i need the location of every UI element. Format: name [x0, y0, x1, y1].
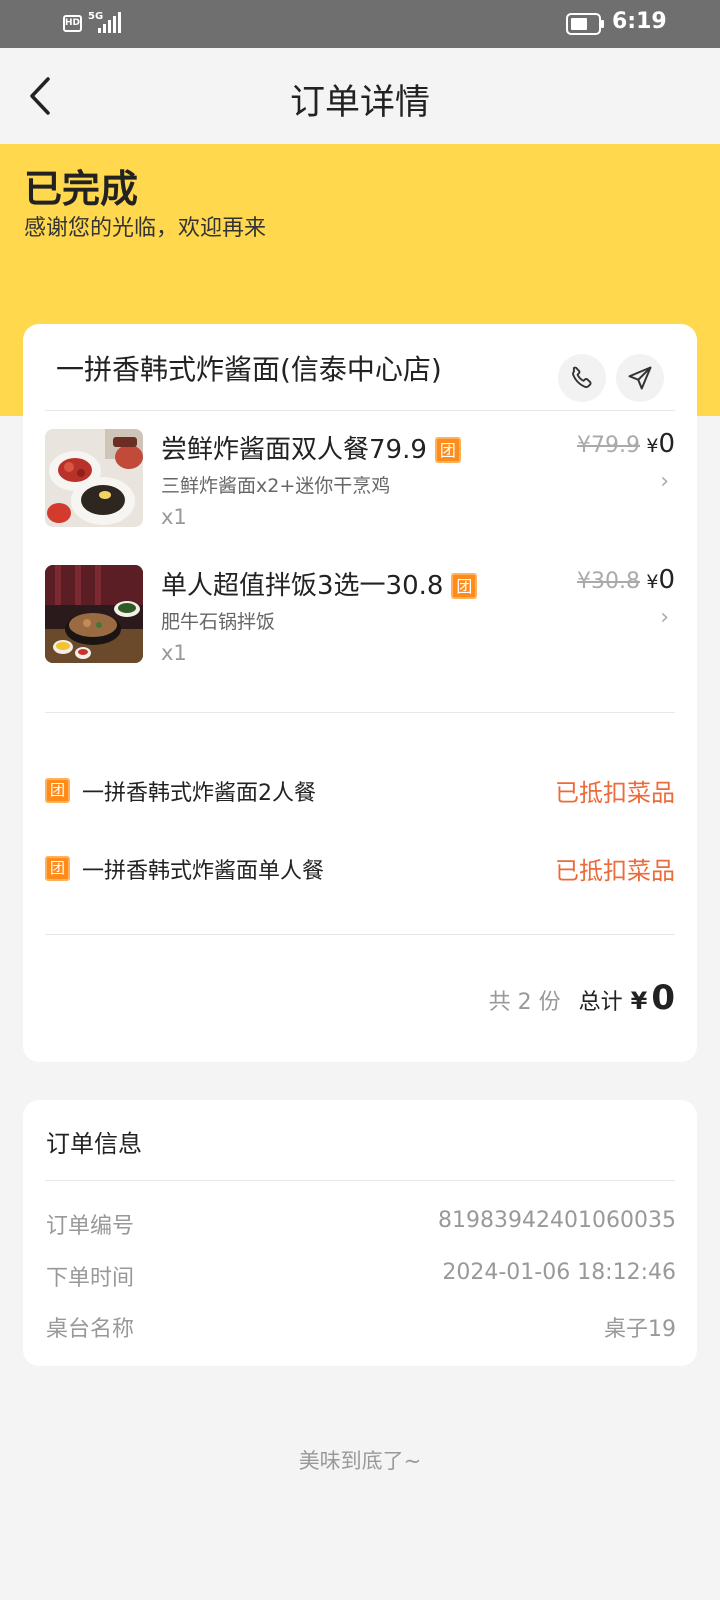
voucher-label: 一拼香韩式炸酱面单人餐	[82, 859, 325, 884]
order-item[interactable]: 尝鲜炸酱面双人餐79.9 团 ¥79.9 ¥0 三鲜炸酱面x2+迷你干烹鸡 › x…	[45, 429, 675, 529]
item-price: ¥0	[646, 565, 675, 595]
hd-icon: HD	[63, 15, 82, 32]
table-name: 桌子19	[604, 1317, 676, 1342]
order-number[interactable]: 81983942401060035	[438, 1208, 676, 1233]
item-count: 共 2 份	[488, 990, 561, 1015]
divider	[45, 934, 675, 935]
group-buy-badge: 团	[434, 437, 461, 463]
total-amount: 0	[651, 978, 675, 1018]
item-name: 单人超值拌饭3选一30.8 团	[161, 565, 478, 602]
info-label: 订单编号	[46, 1214, 135, 1239]
nav-bar: 订单详情	[0, 48, 720, 144]
divider	[45, 1180, 675, 1181]
call-store-button[interactable]	[558, 354, 606, 402]
item-name: 尝鲜炸酱面双人餐79.9 团	[161, 429, 461, 466]
item-quantity: x1	[161, 505, 187, 529]
chevron-right-icon[interactable]: ›	[660, 469, 669, 494]
group-buy-badge: 团	[451, 573, 478, 599]
order-info-card: 订单信息 订单编号 81983942401060035 下单时间 2024-01…	[23, 1100, 697, 1366]
info-label: 桌台名称	[46, 1317, 135, 1342]
currency-symbol: ¥	[630, 987, 648, 1015]
group-buy-icon: 团	[45, 778, 70, 803]
original-price: ¥30.8	[577, 569, 640, 594]
store-name[interactable]: 一拼香韩式炸酱面(信泰中心店)	[56, 348, 442, 388]
dish-photo	[45, 429, 143, 527]
info-label: 下单时间	[46, 1266, 135, 1291]
currency-symbol: ¥	[646, 435, 659, 457]
battery-icon	[566, 13, 604, 35]
order-status-subtitle: 感谢您的光临，欢迎再来	[24, 216, 267, 241]
phone-icon	[572, 366, 592, 389]
divider	[45, 712, 675, 713]
order-card: 一拼香韩式炸酱面(信泰中心店) 尝鲜炸酱面双人餐79.9 团 ¥79.9 ¥0 …	[23, 324, 697, 1062]
item-price: ¥0	[646, 429, 675, 459]
order-number-row: 订单编号 81983942401060035	[46, 1208, 676, 1240]
currency-symbol: ¥	[646, 571, 659, 593]
order-item[interactable]: 单人超值拌饭3选一30.8 团 ¥30.8 ¥0 肥牛石锅拌饭 › x1	[45, 565, 675, 665]
original-price: ¥79.9	[577, 433, 640, 458]
status-bar: HD 5G 6:19	[0, 0, 720, 48]
item-price-value: 0	[658, 565, 675, 595]
item-price-value: 0	[658, 429, 675, 459]
navigation-icon	[628, 366, 652, 390]
voucher-status: 已抵扣菜品	[555, 779, 675, 807]
item-description: 三鲜炸酱面x2+迷你干烹鸡	[161, 475, 391, 497]
page-title: 订单详情	[289, 83, 430, 123]
order-total: 共 2 份总计 ¥0	[489, 978, 675, 1018]
order-info-title: 订单信息	[46, 1130, 142, 1158]
group-buy-icon: 团	[45, 856, 70, 881]
divider	[45, 410, 675, 411]
signal-icon	[98, 12, 121, 33]
end-of-list-tip: 美味到底了~	[298, 1449, 422, 1473]
voucher-row: 团 一拼香韩式炸酱面2人餐 已抵扣菜品	[45, 775, 675, 809]
dish-photo	[45, 565, 143, 663]
item-name-text: 尝鲜炸酱面双人餐79.9	[161, 435, 427, 465]
voucher-row: 团 一拼香韩式炸酱面单人餐 已抵扣菜品	[45, 853, 675, 887]
item-name-text: 单人超值拌饭3选一30.8	[161, 571, 444, 601]
item-quantity: x1	[161, 641, 187, 665]
order-time: 2024-01-06 18:12:46	[442, 1260, 676, 1285]
total-label: 总计	[578, 990, 623, 1015]
order-time-row: 下单时间 2024-01-06 18:12:46	[46, 1260, 676, 1292]
chevron-right-icon[interactable]: ›	[660, 605, 669, 630]
voucher-status: 已抵扣菜品	[555, 857, 675, 885]
table-name-row: 桌台名称 桌子19	[46, 1311, 676, 1343]
navigate-store-button[interactable]	[616, 354, 664, 402]
voucher-label: 一拼香韩式炸酱面2人餐	[82, 781, 316, 806]
clock-time: 6:19	[612, 9, 667, 34]
order-status-title: 已完成	[24, 167, 139, 211]
item-description: 肥牛石锅拌饭	[161, 611, 276, 633]
